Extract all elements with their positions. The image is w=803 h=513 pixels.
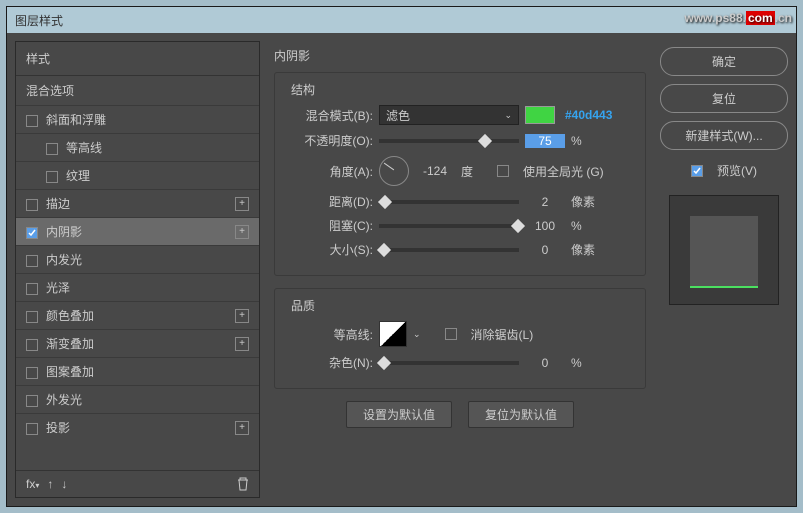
add-effect-icon[interactable]: + [235, 309, 249, 323]
style-item-6[interactable]: 光泽 [16, 273, 259, 301]
style-checkbox[interactable] [26, 311, 38, 323]
make-default-button[interactable]: 设置为默认值 [346, 401, 452, 428]
new-style-button[interactable]: 新建样式(W)... [660, 121, 788, 150]
reset-default-button[interactable]: 复位为默认值 [468, 401, 574, 428]
style-item-0[interactable]: 斜面和浮雕 [16, 105, 259, 133]
add-effect-icon[interactable]: + [235, 421, 249, 435]
style-checkbox[interactable] [26, 367, 38, 379]
style-label: 等高线 [66, 141, 102, 155]
layer-style-dialog: 图层样式 www.ps88.com.cn 样式 混合选项 斜面和浮雕等高线纹理描… [6, 6, 797, 507]
style-item-7[interactable]: 颜色叠加 + [16, 301, 259, 329]
add-effect-icon[interactable]: + [235, 225, 249, 239]
style-label: 纹理 [66, 169, 90, 183]
style-checkbox[interactable] [26, 339, 38, 351]
chevron-down-icon[interactable]: ⌄ [413, 329, 421, 340]
blending-options[interactable]: 混合选项 [16, 75, 259, 105]
style-item-3[interactable]: 描边 + [16, 189, 259, 217]
style-checkbox[interactable] [26, 199, 38, 211]
style-item-4[interactable]: 内阴影 + [16, 217, 259, 245]
style-checkbox[interactable] [26, 115, 38, 127]
structure-group: 结构 混合模式(B): 滤色⌄ #40d443 不透明度(O): 75 % 角 [274, 72, 646, 276]
action-column: 确定 复位 新建样式(W)... 预览(V) [660, 41, 788, 498]
global-light-checkbox[interactable] [497, 165, 509, 177]
style-item-9[interactable]: 图案叠加 [16, 357, 259, 385]
style-checkbox[interactable] [46, 171, 58, 183]
color-hex: #40d443 [565, 108, 612, 122]
settings-panel: 内阴影 结构 混合模式(B): 滤色⌄ #40d443 不透明度(O): 75 … [268, 41, 652, 498]
size-value[interactable]: 0 [525, 243, 565, 257]
style-item-8[interactable]: 渐变叠加 + [16, 329, 259, 357]
style-item-1[interactable]: 等高线 [16, 133, 259, 161]
sidebar-footer: fx▾ ↑ ↓ [16, 470, 259, 497]
style-label: 描边 [46, 197, 70, 211]
style-checkbox[interactable] [26, 423, 38, 435]
arrow-down-icon[interactable]: ↓ [61, 477, 67, 491]
style-label: 斜面和浮雕 [46, 113, 106, 127]
style-label: 图案叠加 [46, 365, 94, 379]
angle-value[interactable]: -124 [415, 164, 455, 178]
preview-checkbox[interactable] [691, 165, 703, 177]
distance-value[interactable]: 2 [525, 195, 565, 209]
style-checkbox[interactable] [26, 395, 38, 407]
color-swatch[interactable] [525, 106, 555, 124]
fx-menu[interactable]: fx▾ [26, 477, 39, 491]
add-effect-icon[interactable]: + [235, 337, 249, 351]
cancel-button[interactable]: 复位 [660, 84, 788, 113]
style-label: 内发光 [46, 253, 82, 267]
blend-mode-select[interactable]: 滤色⌄ [379, 105, 519, 125]
styles-header[interactable]: 样式 [16, 42, 259, 75]
style-item-2[interactable]: 纹理 [16, 161, 259, 189]
styles-sidebar: 样式 混合选项 斜面和浮雕等高线纹理描边 + 内阴影 + 内发光光泽颜色叠加 + 渐变叠加 +… [15, 41, 260, 498]
distance-slider[interactable] [379, 200, 519, 204]
style-checkbox[interactable] [46, 143, 58, 155]
style-label: 投影 [46, 421, 70, 435]
noise-slider[interactable] [379, 361, 519, 365]
style-checkbox[interactable] [26, 283, 38, 295]
style-label: 光泽 [46, 281, 70, 295]
choke-slider[interactable] [379, 224, 519, 228]
panel-title: 内阴影 [268, 45, 652, 72]
style-item-11[interactable]: 投影 + [16, 413, 259, 441]
chevron-down-icon: ⌄ [504, 110, 512, 121]
arrow-up-icon[interactable]: ↑ [47, 477, 53, 491]
antialias-checkbox[interactable] [445, 328, 457, 340]
add-effect-icon[interactable]: + [235, 197, 249, 211]
size-slider[interactable] [379, 248, 519, 252]
preview-thumbnail [669, 195, 779, 305]
style-label: 颜色叠加 [46, 309, 94, 323]
opacity-value[interactable]: 75 [525, 134, 565, 148]
style-checkbox[interactable] [26, 255, 38, 267]
style-item-10[interactable]: 外发光 [16, 385, 259, 413]
trash-icon[interactable] [237, 477, 249, 491]
contour-picker[interactable] [379, 321, 407, 347]
style-label: 渐变叠加 [46, 337, 94, 351]
ok-button[interactable]: 确定 [660, 47, 788, 76]
noise-value[interactable]: 0 [525, 356, 565, 370]
quality-group: 品质 等高线: ⌄ 消除锯齿(L) 杂色(N): 0 % [274, 288, 646, 389]
choke-value[interactable]: 100 [525, 219, 565, 233]
window-title: 图层样式 [15, 12, 63, 29]
titlebar: 图层样式 www.ps88.com.cn [7, 7, 796, 33]
style-label: 外发光 [46, 393, 82, 407]
blend-mode-label: 混合模式(B): [287, 107, 373, 124]
style-label: 内阴影 [46, 225, 82, 239]
opacity-slider[interactable] [379, 139, 519, 143]
angle-dial[interactable] [379, 156, 409, 186]
watermark: www.ps88.com.cn [684, 9, 792, 27]
style-checkbox[interactable] [26, 227, 38, 239]
style-item-5[interactable]: 内发光 [16, 245, 259, 273]
